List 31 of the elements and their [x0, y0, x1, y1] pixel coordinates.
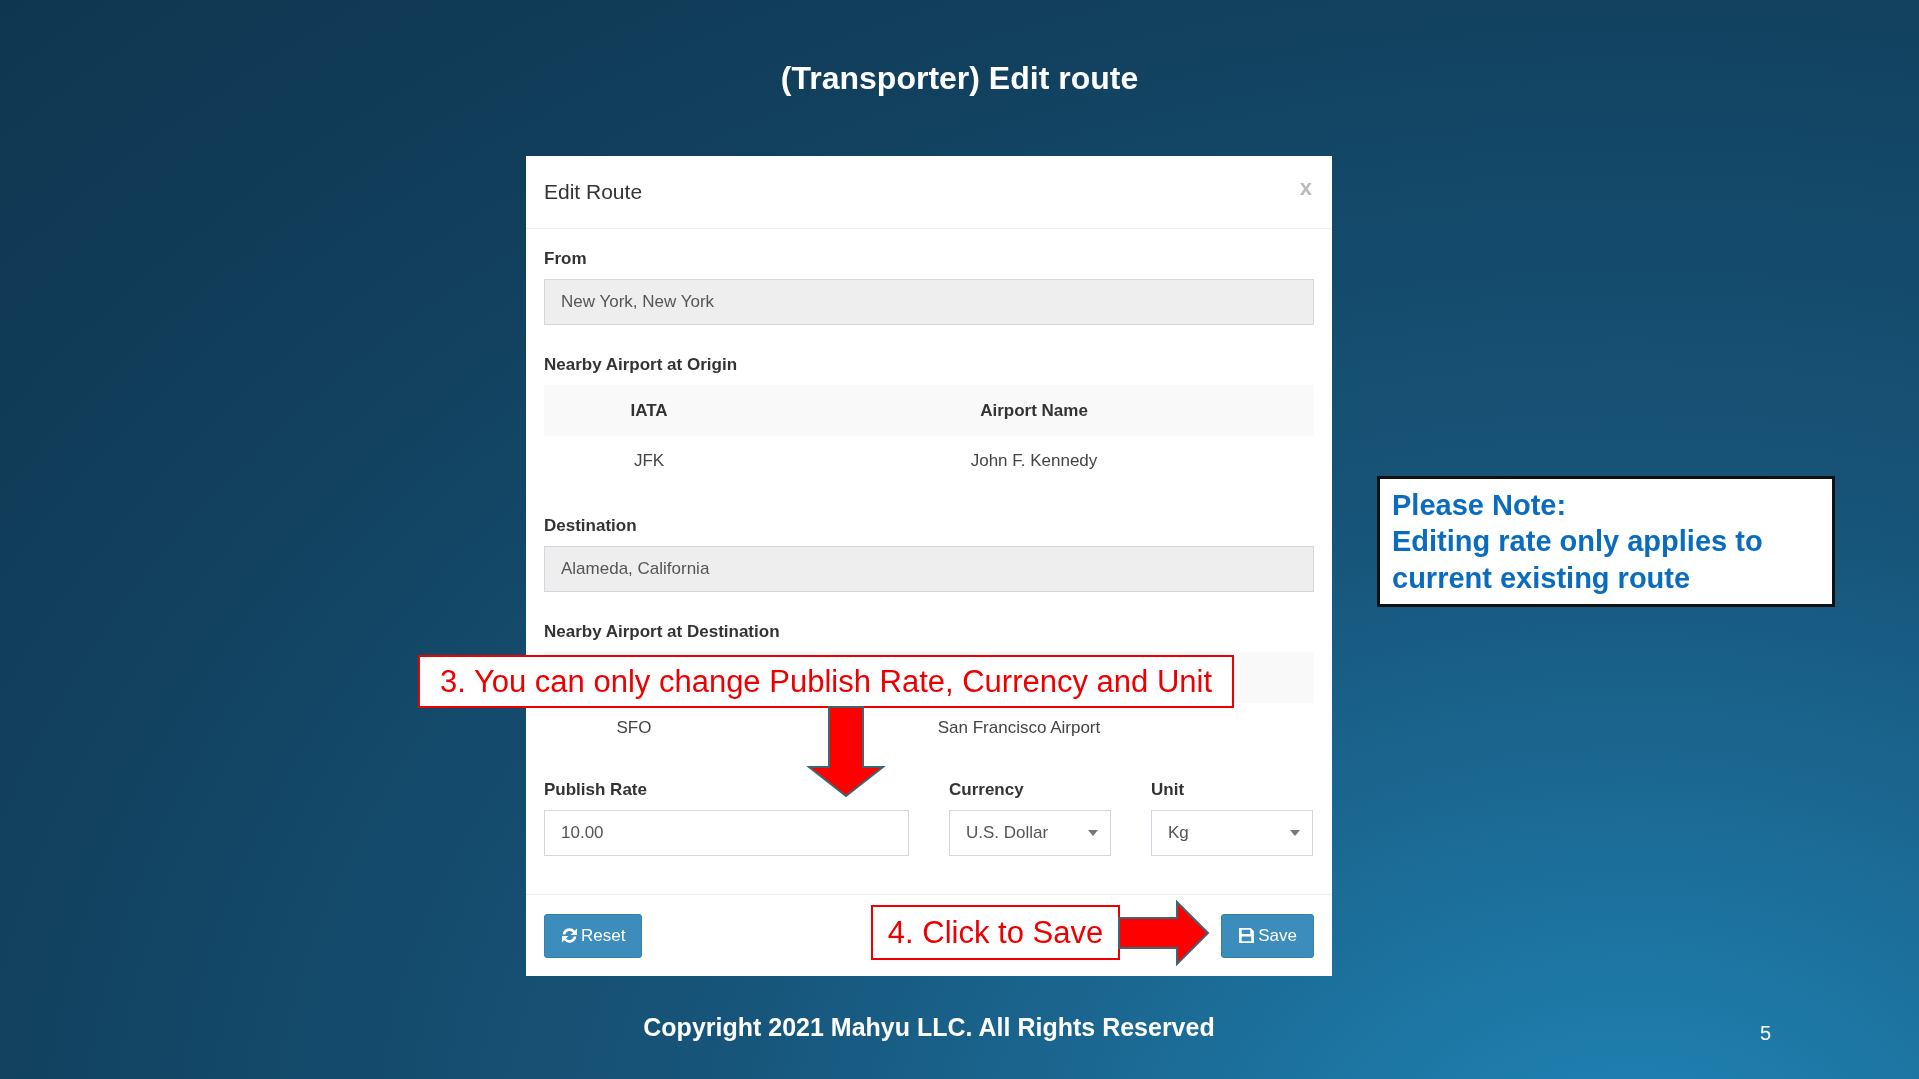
caret-icon	[1290, 830, 1300, 836]
field-label: Destination	[544, 516, 638, 536]
destination-field[interactable]: Alameda, California	[544, 546, 1314, 592]
table-cell-text: San Francisco Airport	[936, 718, 1102, 738]
dialog-title: Edit Route	[544, 180, 643, 204]
slide-title: (Transporter) Edit route	[779, 60, 1140, 97]
callout-box: 3. You can only change Publish Rate, Currency and Unit	[418, 655, 1235, 708]
page-number: 5	[1760, 1022, 1772, 1045]
copyright-text: Copyright 2021 Mahyu LLC. All Rights Reserved	[643, 1013, 1215, 1042]
table-cell-text: JFK	[632, 451, 666, 471]
note-text: Editing rate only applies to current existing route	[1392, 524, 1764, 596]
refresh-icon	[561, 927, 578, 944]
field-label: Currency	[949, 780, 1025, 800]
currency-dropdown[interactable]: U.S. Dollar	[949, 810, 1111, 856]
callout-box: 4. Click to Save	[871, 905, 1120, 960]
field-label: Publish Rate	[544, 780, 648, 800]
column-header: Airport Name	[979, 400, 1089, 421]
from-field[interactable]: New York, New York	[544, 279, 1314, 325]
section-label: Nearby Airport at Origin	[544, 355, 738, 375]
reset-button[interactable]: Reset	[544, 913, 643, 958]
save-button[interactable]: Save	[1221, 913, 1314, 958]
column-header: IATA	[629, 400, 669, 421]
caret-icon	[1088, 830, 1098, 836]
table-cell-text: SFO	[615, 718, 653, 738]
note-title: Please Note:	[1392, 488, 1568, 523]
field-label: From	[544, 249, 588, 269]
unit-dropdown[interactable]: Kg	[1151, 810, 1313, 856]
field-label: Unit	[1151, 780, 1186, 800]
section-label: Nearby Airport at Destination	[544, 622, 781, 642]
table-cell-text: John F. Kennedy	[969, 451, 1099, 471]
publish-rate-field[interactable]: 10.00	[544, 810, 909, 856]
